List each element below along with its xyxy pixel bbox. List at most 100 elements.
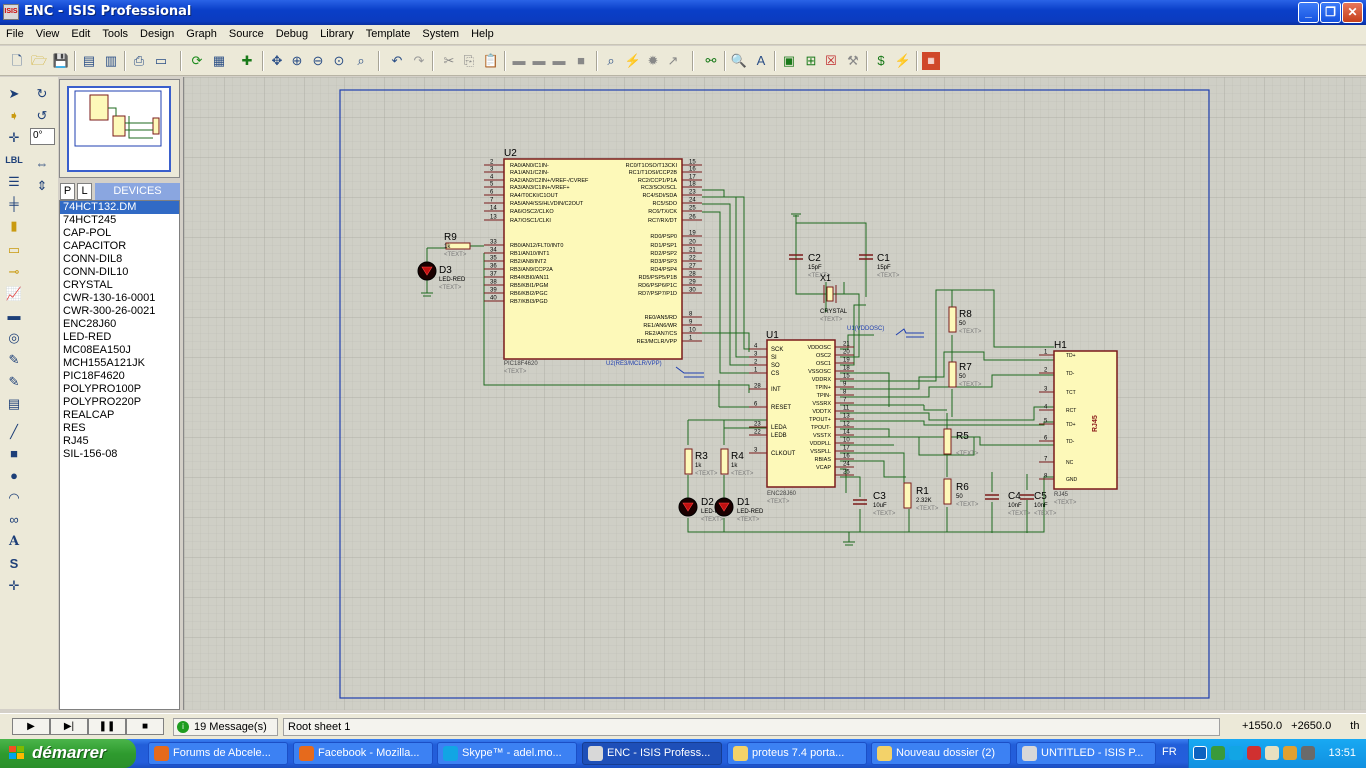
menu-tools[interactable]: Tools — [96, 25, 134, 45]
step-button[interactable]: ▶| — [50, 718, 88, 735]
paste-icon[interactable]: 📋 — [482, 52, 500, 70]
stop-button[interactable]: ■ — [126, 718, 164, 735]
exit-to-parent-icon[interactable]: ⚒ — [844, 52, 862, 70]
messages-panel[interactable]: i 19 Message(s) — [173, 718, 278, 736]
schematic-canvas[interactable]: U2 2RA0/AN0/C1IN-3RA1/AN1/C2IN-4RA2/AN2/… — [184, 77, 1366, 710]
graph-icon[interactable]: 📈 — [4, 285, 24, 303]
menu-edit[interactable]: Edit — [65, 25, 96, 45]
r7-resistor[interactable] — [948, 361, 957, 388]
redo-icon[interactable]: ↷ — [410, 52, 428, 70]
list-item[interactable]: RJ45 — [60, 435, 179, 448]
r1-resistor[interactable] — [903, 482, 912, 509]
voltage-probe-icon[interactable]: ✎ — [4, 351, 24, 369]
copy-icon[interactable]: ⎘ — [460, 52, 478, 70]
export-icon[interactable]: ▥ — [102, 52, 120, 70]
bill-of-materials-icon[interactable]: $ — [872, 52, 890, 70]
ares-icon[interactable]: ▦ — [922, 52, 940, 70]
symbol-icon[interactable]: S — [4, 555, 24, 573]
pick-device-icon[interactable]: ⌕ — [602, 52, 620, 70]
volume-icon[interactable] — [1265, 746, 1279, 760]
junction-dot-icon[interactable]: ✛ — [4, 129, 24, 147]
menu-source[interactable]: Source — [223, 25, 270, 45]
device-item-selected[interactable]: 74HCT132.DM — [60, 201, 179, 214]
security-icon[interactable] — [1247, 746, 1261, 760]
virtual-instruments-icon[interactable]: ▤ — [4, 395, 24, 413]
zoom-area-icon[interactable]: ⌕ — [352, 52, 370, 70]
list-item[interactable]: POLYPRO220P — [60, 396, 179, 409]
property-tool-icon[interactable]: A — [752, 52, 770, 70]
start-button[interactable]: démarrer — [0, 739, 136, 768]
menu-design[interactable]: Design — [134, 25, 180, 45]
r8-resistor[interactable] — [948, 306, 957, 333]
maximize-button[interactable]: ❐ — [1320, 2, 1341, 23]
tape-recorder-icon[interactable]: ▬ — [4, 307, 24, 325]
grid-icon[interactable]: ▦ — [210, 52, 228, 70]
list-item[interactable]: SIL-156-08 — [60, 448, 179, 461]
list-item[interactable]: PIC18F4620 — [60, 370, 179, 383]
net-label-mclr[interactable]: U2(RE3/MCLR/VPP) — [606, 361, 662, 367]
generator-icon[interactable]: ◎ — [4, 329, 24, 347]
play-button[interactable]: ▶ — [12, 718, 50, 735]
menu-system[interactable]: System — [416, 25, 465, 45]
list-item[interactable]: MCH155A121JK — [60, 357, 179, 370]
task-firefox-facebook[interactable]: Facebook - Mozilla... — [293, 742, 433, 765]
decompose-icon[interactable]: ↗ — [664, 52, 682, 70]
block-move-icon[interactable]: ▬ — [530, 52, 548, 70]
block-delete-icon[interactable]: ■ — [572, 52, 590, 70]
list-item[interactable]: CAP-POL — [60, 227, 179, 240]
new-file-icon[interactable]: 🗋 — [8, 52, 26, 70]
task-skype[interactable]: Skype™ - adel.mo... — [437, 742, 577, 765]
add-sheet-icon[interactable]: ⊞ — [802, 52, 820, 70]
list-item[interactable]: REALCAP — [60, 409, 179, 422]
list-item[interactable]: 74HCT245 — [60, 214, 179, 227]
list-item[interactable]: MC08EA150J — [60, 344, 179, 357]
remove-sheet-icon[interactable]: ☒ — [822, 52, 840, 70]
origin-icon[interactable]: ✚ — [238, 52, 256, 70]
rotation-angle-field[interactable]: 0° — [30, 128, 55, 145]
selection-mode-icon[interactable]: ➤ — [4, 85, 24, 103]
mirror-horizontal-icon[interactable]: ⇔ — [32, 155, 52, 173]
terminals-icon[interactable]: ▭ — [4, 241, 24, 259]
electrical-rules-check-icon[interactable]: ⚡ — [894, 52, 912, 70]
packaging-tool-icon[interactable]: ✹ — [644, 52, 662, 70]
list-item[interactable]: CRYSTAL — [60, 279, 179, 292]
print-area-icon[interactable]: ▭ — [152, 52, 170, 70]
menu-library[interactable]: Library — [314, 25, 360, 45]
isis-app-icon[interactable]: ISIS — [3, 4, 19, 20]
u2-pic18f4620[interactable]: U2 2RA0/AN0/C1IN-3RA1/AN1/C2IN-4RA2/AN2/… — [484, 148, 702, 375]
pick-devices-tab[interactable]: P — [60, 183, 75, 200]
list-item[interactable]: RES — [60, 422, 179, 435]
mirror-vertical-icon[interactable]: ⇕ — [32, 177, 52, 195]
net-label-vddosc[interactable]: U1(VDDOSC) — [847, 326, 884, 332]
path-icon[interactable]: ∞ — [4, 511, 24, 529]
block-rotate-icon[interactable]: ▬ — [550, 52, 568, 70]
circle-icon[interactable]: ● — [4, 467, 24, 485]
task-folder-nouveau[interactable]: Nouveau dossier (2) — [871, 742, 1011, 765]
close-button[interactable]: ✕ — [1342, 2, 1363, 23]
list-item[interactable]: CONN-DIL8 — [60, 253, 179, 266]
tray-expand-icon[interactable] — [1193, 746, 1207, 760]
buses-icon[interactable]: ╪ — [4, 195, 24, 213]
list-item[interactable]: CWR-300-26-0021 — [60, 305, 179, 318]
r5-resistor[interactable] — [943, 428, 952, 455]
print-icon[interactable]: ⎙ — [130, 52, 148, 70]
new-sheet-icon[interactable]: ▣ — [780, 52, 798, 70]
text-script-icon[interactable]: ☰ — [4, 173, 24, 191]
r4-resistor[interactable] — [720, 448, 729, 475]
subcircuit-icon[interactable]: ▮ — [4, 217, 24, 235]
zoom-in-icon[interactable]: ⊕ — [288, 52, 306, 70]
wire-label-icon[interactable]: LBL — [4, 151, 24, 169]
list-item[interactable]: ENC28J60 — [60, 318, 179, 331]
wire-autorouter-icon[interactable]: ⚯ — [702, 52, 720, 70]
schematic-editing-window[interactable]: U2 2 RA0/AN0/C1IN- 3 RA1/AN1/C2IN- 4 RA2/AN2/… — [183, 77, 1366, 710]
task-firefox-forum[interactable]: Forums de Abcele... — [148, 742, 288, 765]
menu-file[interactable]: File — [0, 25, 30, 45]
line-icon[interactable]: ╱ — [4, 423, 24, 441]
minimize-button[interactable]: _ — [1298, 2, 1319, 23]
menu-help[interactable]: Help — [465, 25, 500, 45]
current-probe-icon[interactable]: ✎ — [4, 373, 24, 391]
overview-preview[interactable] — [67, 86, 171, 172]
refresh-icon[interactable]: ⟳ — [188, 52, 206, 70]
tray-app-icon[interactable] — [1283, 746, 1297, 760]
skype-tray-icon[interactable] — [1229, 746, 1243, 760]
